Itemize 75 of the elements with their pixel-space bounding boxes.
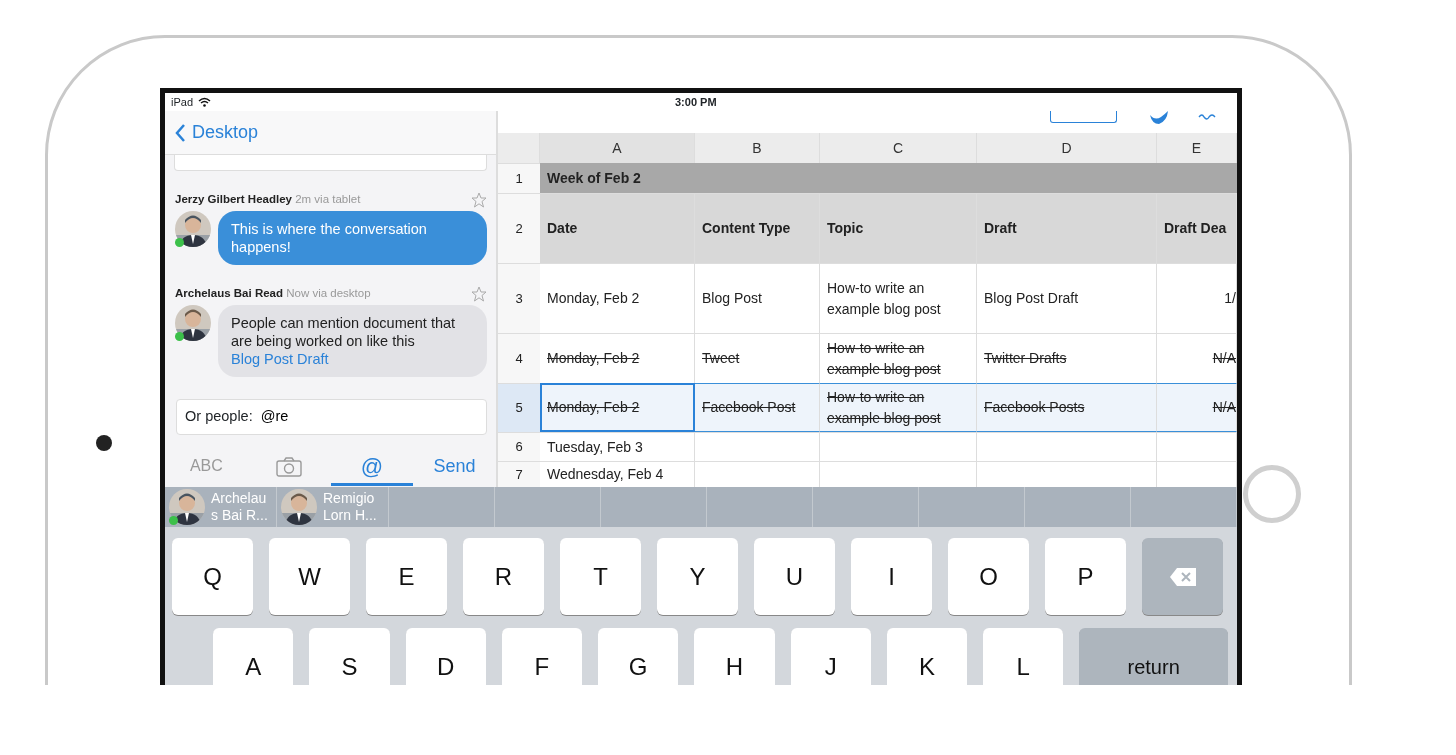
key[interactable]: U (754, 538, 835, 615)
message-header: Jerzy Gilbert Headley 2m via tablet (175, 192, 361, 208)
corner-cell[interactable] (498, 133, 540, 163)
key[interactable]: D (405, 628, 486, 685)
section-row: Week of Feb 2 (540, 163, 1237, 193)
key[interactable]: I (851, 538, 932, 615)
row-number[interactable]: 3 (498, 263, 540, 333)
delete-key[interactable] (1142, 538, 1223, 615)
row-number[interactable]: 5 (498, 383, 540, 432)
key[interactable]: F (501, 628, 583, 685)
status-time: 3:00 PM (675, 94, 717, 110)
table-cell[interactable]: Tuesday, Feb 3 (540, 432, 695, 461)
camera-dot (96, 434, 112, 451)
column-header[interactable]: A (540, 133, 695, 163)
table-cell[interactable]: N/A (1157, 383, 1237, 432)
wifi-icon (198, 97, 212, 107)
table-cell[interactable]: Blog Post (695, 263, 820, 333)
table-cell[interactable]: Topic (820, 193, 977, 263)
key[interactable]: O (948, 538, 1029, 615)
table-cell[interactable]: Blog Post Draft (977, 263, 1157, 333)
column-header[interactable]: B (695, 133, 820, 163)
star-icon[interactable] (471, 286, 487, 302)
key[interactable]: T (560, 538, 641, 615)
column-header[interactable]: C (820, 133, 977, 163)
chevron-icon (175, 122, 186, 143)
column-header[interactable]: E (1157, 133, 1237, 163)
table-cell[interactable]: Monday, Feb 2 (540, 383, 695, 432)
device-name: iPad (171, 94, 194, 110)
table-cell[interactable]: 1/ (1157, 263, 1237, 333)
key[interactable]: E (366, 538, 447, 615)
table-cell[interactable]: Draft Dea (1157, 193, 1237, 263)
table-cell[interactable]: Draft (977, 193, 1157, 263)
key[interactable]: S (309, 628, 390, 685)
table-cell[interactable]: Date (540, 193, 695, 263)
key[interactable]: J (790, 628, 871, 685)
key[interactable]: P (1045, 538, 1126, 615)
table-cell[interactable]: How-to write an example blog post (820, 263, 977, 333)
row-number[interactable]: 1 (498, 163, 540, 193)
table-cell[interactable]: How-to write an example blog post (820, 383, 977, 432)
wave-icon (1197, 111, 1217, 121)
table-cell[interactable] (820, 432, 977, 461)
key[interactable]: H (694, 628, 775, 685)
return-key[interactable]: return (1079, 628, 1228, 685)
home-button[interactable] (1242, 465, 1301, 523)
row-number[interactable]: 7 (498, 461, 540, 487)
table-cell[interactable]: Content Type (695, 193, 820, 263)
message-bubble: This is where the conversation happens! (218, 211, 487, 265)
key[interactable]: Q (172, 538, 253, 615)
toolbar-button[interactable] (1050, 111, 1117, 123)
key[interactable]: K (886, 628, 968, 685)
key[interactable]: G (598, 628, 679, 685)
row-number[interactable]: 2 (498, 193, 540, 263)
message-header: Archelaus Bai Read Now via desktop (175, 286, 371, 302)
key[interactable]: L (983, 628, 1064, 685)
key[interactable]: W (269, 538, 350, 615)
bird-icon (1149, 111, 1169, 125)
table-cell[interactable] (1157, 432, 1237, 461)
key[interactable]: Y (657, 538, 738, 615)
back-button[interactable]: Desktop (175, 119, 259, 146)
table-cell[interactable] (977, 432, 1157, 461)
star-icon[interactable] (471, 192, 487, 208)
send-button[interactable]: Send (413, 449, 496, 486)
row-number[interactable]: 4 (498, 333, 540, 383)
table-cell[interactable]: Facebook Post (695, 383, 820, 432)
key[interactable]: R (463, 538, 544, 615)
table-cell[interactable]: Monday, Feb 2 (540, 263, 695, 333)
table-cell[interactable] (695, 432, 820, 461)
row-number[interactable]: 6 (498, 432, 540, 461)
message-bubble: People can mention document that are being worked on like this Blog Post Draft (218, 305, 487, 377)
camera-icon (276, 455, 303, 477)
key[interactable]: A (213, 628, 294, 685)
backspace-icon (1168, 566, 1197, 587)
message-field[interactable]: Or people: @re (176, 399, 487, 435)
column-header[interactable]: D (977, 133, 1157, 163)
table-cell[interactable]: Facebook Posts (977, 383, 1157, 432)
